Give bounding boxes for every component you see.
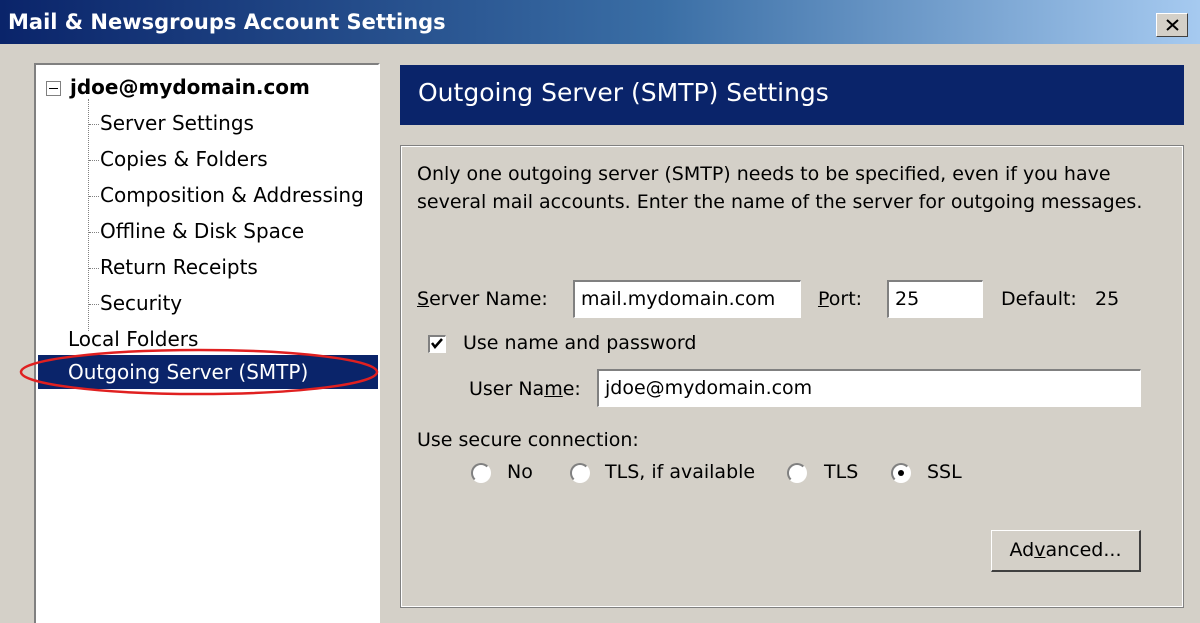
title-bar: Mail & Newsgroups Account Settings <box>0 0 1200 44</box>
tree-connector <box>89 268 99 269</box>
use-name-password-label[interactable]: Use name and password <box>463 332 696 354</box>
close-icon <box>1166 19 1179 31</box>
checkmark-icon <box>431 338 443 349</box>
radio-ssl-label[interactable]: SSL <box>927 461 962 483</box>
advanced-button[interactable]: Advanced... <box>991 530 1141 572</box>
account-tree[interactable]: jdoe@mydomain.com Server Settings Copies… <box>19 63 380 623</box>
radio-no-label[interactable]: No <box>507 461 533 483</box>
port-input[interactable]: 25 <box>887 280 983 318</box>
tree-item-offline-disk-space[interactable]: Offline & Disk Space <box>100 219 304 243</box>
tree-item-local-folders[interactable]: Local Folders <box>68 327 198 351</box>
tree-item-return-receipts[interactable]: Return Receipts <box>100 255 258 279</box>
tree-item-outgoing-server[interactable]: Outgoing Server (SMTP) <box>38 355 378 389</box>
use-name-password-checkbox[interactable] <box>428 335 446 353</box>
default-port-value: 25 <box>1095 288 1120 310</box>
radio-tls-label[interactable]: TLS <box>824 461 858 483</box>
radio-ssl[interactable] <box>891 463 911 483</box>
tree-connector <box>89 232 99 233</box>
port-label: Port: <box>818 288 863 310</box>
server-name-label: Server Name: <box>417 288 548 310</box>
tree-connector <box>89 124 99 125</box>
radio-selected-dot-icon <box>898 470 904 476</box>
user-name-label: User Name: <box>469 378 581 400</box>
tree-connector <box>89 196 99 197</box>
tree-connector <box>89 304 99 305</box>
radio-tls-if-available-label[interactable]: TLS, if available <box>605 461 755 483</box>
panel-header: Outgoing Server (SMTP) Settings <box>400 65 1184 125</box>
radio-tls-if-available[interactable] <box>570 463 590 483</box>
smtp-settings-group: Only one outgoing server (SMTP) needs to… <box>400 145 1184 608</box>
radio-tls[interactable] <box>787 463 807 483</box>
tree-connector <box>89 160 99 161</box>
description-text: Only one outgoing server (SMTP) needs to… <box>417 163 1143 213</box>
secure-connection-label: Use secure connection: <box>417 429 639 451</box>
radio-no[interactable] <box>471 463 491 483</box>
tree-item-label: Outgoing Server (SMTP) <box>68 360 309 384</box>
default-port-label: Default: <box>1001 288 1077 310</box>
window-title: Mail & Newsgroups Account Settings <box>8 10 446 34</box>
tree-item-composition-addressing[interactable]: Composition & Addressing <box>100 183 364 207</box>
tree-account-jdoe[interactable]: jdoe@mydomain.com <box>70 75 310 99</box>
tree-item-copies-folders[interactable]: Copies & Folders <box>100 147 268 171</box>
close-button[interactable] <box>1156 13 1188 37</box>
server-name-input[interactable]: mail.mydomain.com <box>573 280 801 318</box>
panel-title: Outgoing Server (SMTP) Settings <box>418 78 829 107</box>
tree-item-security[interactable]: Security <box>100 291 182 315</box>
tree-connector <box>88 99 89 331</box>
tree-item-server-settings[interactable]: Server Settings <box>100 111 254 135</box>
user-name-input[interactable]: jdoe@mydomain.com <box>597 369 1141 407</box>
collapse-toggle-icon[interactable] <box>46 81 61 96</box>
